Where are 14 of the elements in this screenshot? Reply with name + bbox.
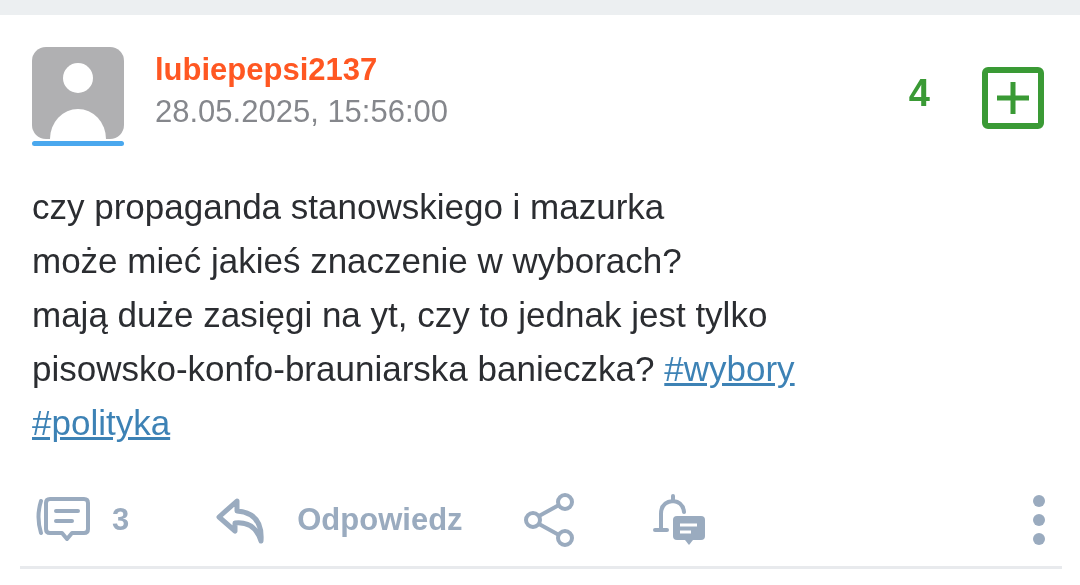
share-icon: [522, 492, 577, 548]
more-button[interactable]: [1032, 494, 1046, 546]
post-timestamp: 28.05.2025, 15:56:00: [155, 93, 450, 131]
vote-count: 4: [908, 72, 930, 115]
hashtag-link[interactable]: #wybory: [664, 349, 795, 388]
avatar-icon[interactable]: [32, 47, 124, 146]
comments-button[interactable]: 3: [34, 495, 130, 545]
more-icon: [1032, 494, 1046, 546]
hashtag-link[interactable]: #polityka: [32, 403, 171, 442]
reply-button[interactable]: Odpowiedz: [215, 495, 463, 545]
share-button[interactable]: [522, 492, 577, 548]
author-name[interactable]: lubiepepsi2137: [155, 51, 909, 89]
upvote-button[interactable]: [982, 67, 1044, 129]
post-text: czy propaganda stanowskiego i mazurka może mieć jakieś znaczenie w wyborach? mają duże zasięgi na yt, czy to jednak jest tylko pisowsko-konfo-brauniarska banieczka? #wybory #polityka: [32, 186, 796, 444]
